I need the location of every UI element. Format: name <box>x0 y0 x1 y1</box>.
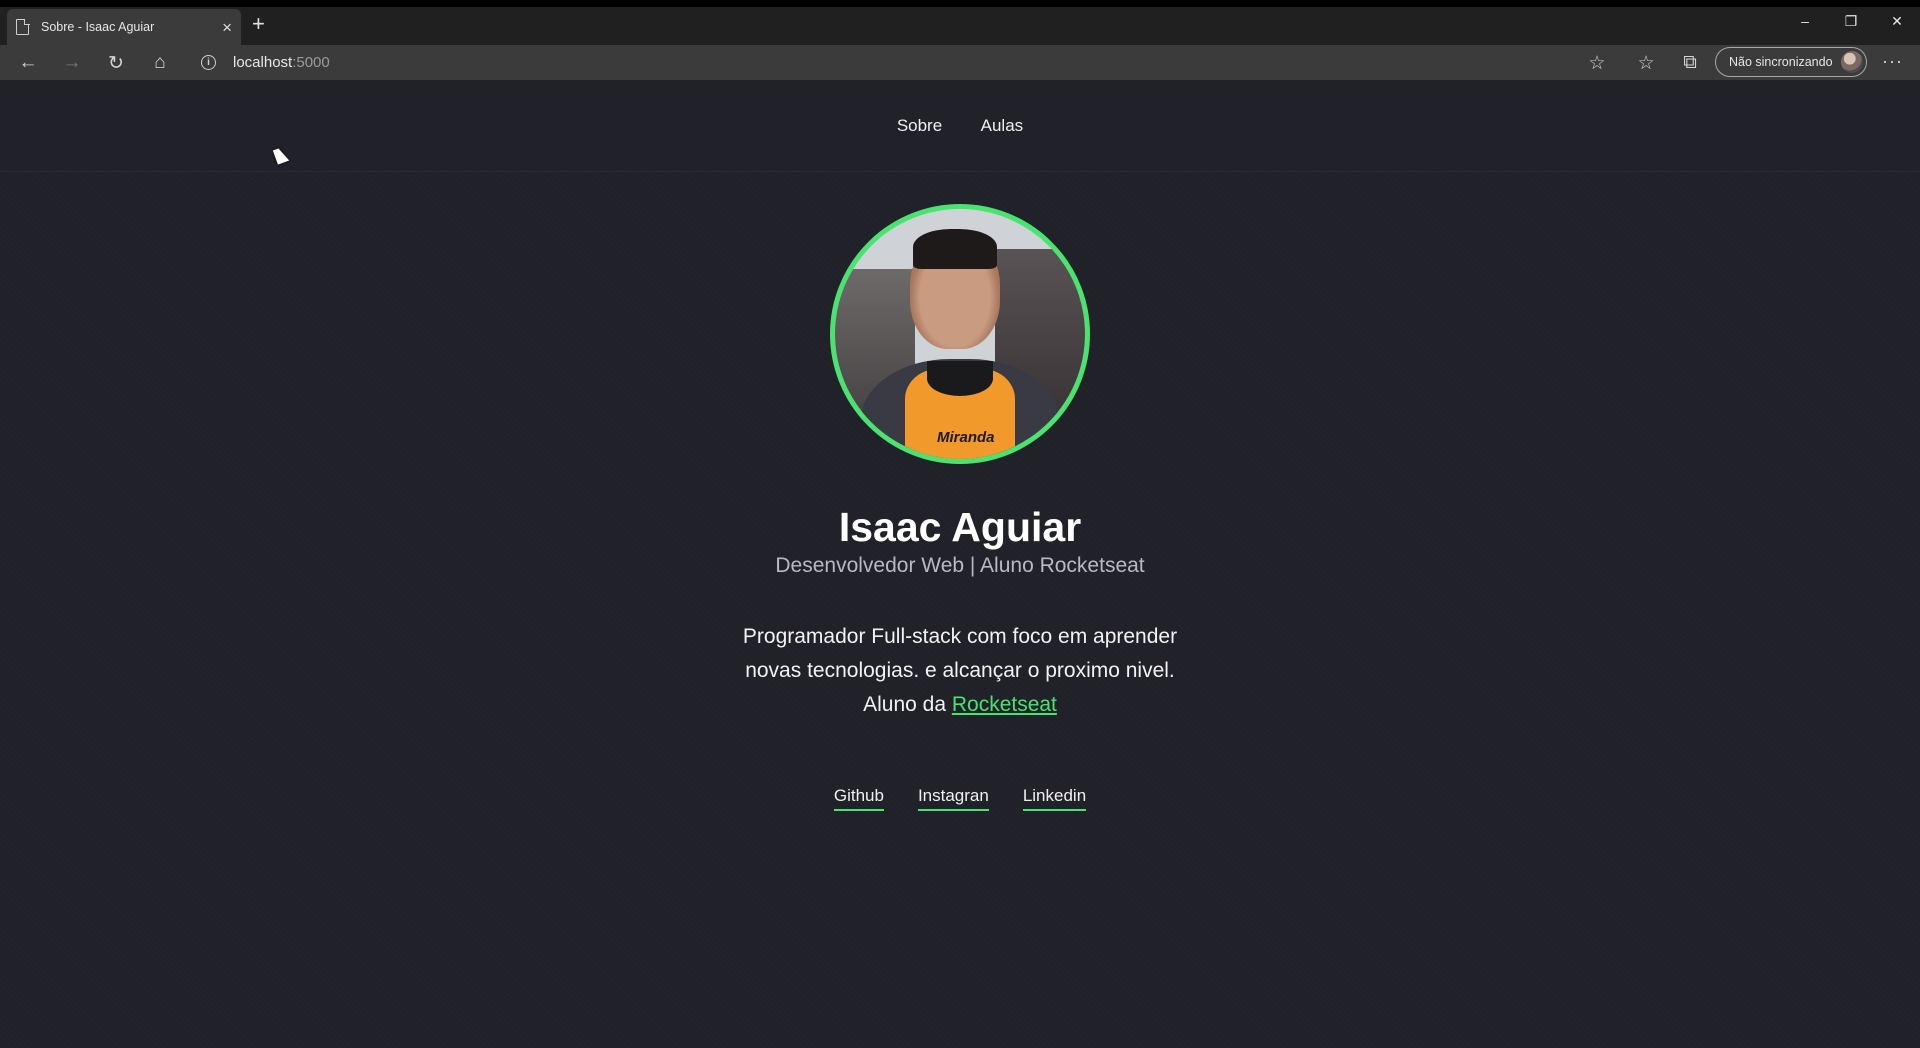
site-nav: Sobre Aulas <box>880 116 1040 136</box>
browser-titlebar: Sobre - Isaac Aguiar × + – ❐ ✕ <box>0 7 1920 45</box>
address-bar[interactable]: i localhost:5000 <box>188 48 1588 77</box>
back-icon[interactable]: ← <box>15 50 41 76</box>
browser-tab[interactable]: Sobre - Isaac Aguiar × <box>7 9 241 45</box>
restore-icon[interactable]: ❐ <box>1828 7 1874 35</box>
nav-link-sobre[interactable]: Sobre <box>897 116 942 135</box>
page-content: Sobre Aulas Miranda Isaac Aguiar Desenvo… <box>0 80 1920 1048</box>
profile-bio: Programador Full-stack com foco em apren… <box>0 620 1920 722</box>
page-icon <box>16 18 30 35</box>
profile-avatar <box>1841 51 1863 73</box>
profile-photo: Miranda <box>830 204 1090 464</box>
favorite-star-icon[interactable]: ☆ <box>1584 50 1610 76</box>
favorites-list-icon[interactable]: ☆ <box>1633 50 1659 76</box>
forward-icon[interactable]: → <box>59 50 85 76</box>
site-info-icon[interactable]: i <box>201 55 216 70</box>
profile-role: Desenvolvedor Web | Aluno Rocketseat <box>775 554 1145 577</box>
rocketseat-link[interactable]: Rocketseat <box>952 693 1057 716</box>
browser-toolbar: ← → ↻ ⌂ i localhost:5000 ☆ ☆ ⧉ Não sincr… <box>0 45 1920 80</box>
github-link[interactable]: Github <box>833 786 884 811</box>
url-port: :5000 <box>292 54 330 71</box>
bio-line: Aluno da Rocketseat <box>0 688 1920 722</box>
nav-link-aulas[interactable]: Aulas <box>981 116 1024 135</box>
url-host: localhost <box>233 54 293 71</box>
bio-line: Programador Full-stack com foco em apren… <box>742 625 1178 648</box>
close-window-icon[interactable]: ✕ <box>1874 7 1920 35</box>
bio-line: novas tecnologias. e alcançar o proximo … <box>745 659 1175 682</box>
tab-close-icon[interactable]: × <box>222 19 232 36</box>
tab-title: Sobre - Isaac Aguiar <box>41 20 155 34</box>
linkedin-link[interactable]: Linkedin <box>1022 786 1087 811</box>
bio-prefix: Aluno da <box>863 693 952 716</box>
profile-name: Isaac Aguiar <box>838 504 1082 550</box>
reload-icon[interactable]: ↻ <box>103 50 129 76</box>
profile-sync-button[interactable]: Não sincronizando <box>1715 47 1867 77</box>
window-controls: – ❐ ✕ <box>1782 7 1920 35</box>
sync-label: Não sincronizando <box>1729 55 1833 69</box>
social-links: Github Instagran Linkedin <box>0 786 1920 811</box>
home-icon[interactable]: ⌂ <box>147 50 173 76</box>
instagram-link[interactable]: Instagran <box>917 786 989 811</box>
collections-icon[interactable]: ⧉ <box>1677 50 1703 76</box>
minimize-icon[interactable]: – <box>1782 7 1828 35</box>
new-tab-icon[interactable]: + <box>252 13 265 35</box>
photo-shirt-text: Miranda <box>937 429 995 446</box>
more-menu-icon[interactable]: ··· <box>1882 51 1903 72</box>
